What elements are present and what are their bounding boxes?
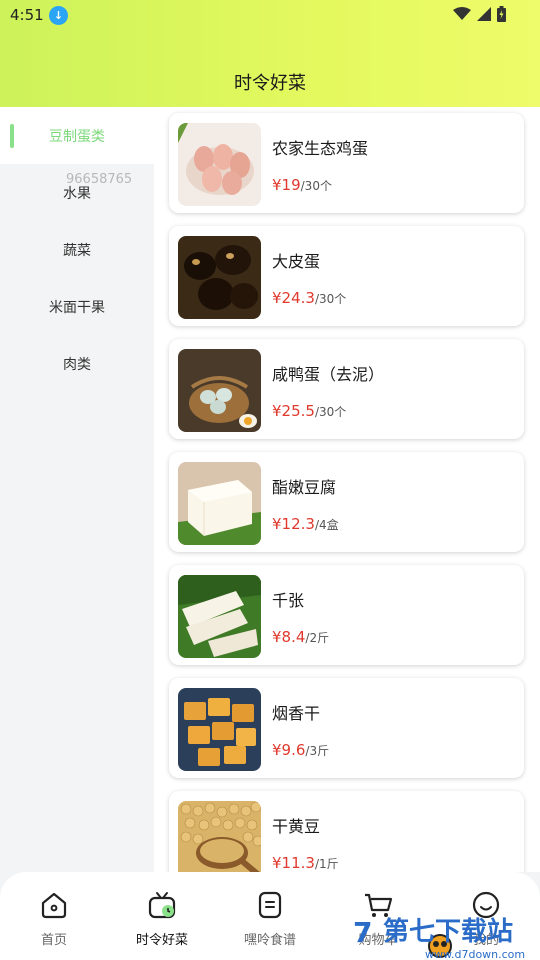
sidebar-item-label: 蔬菜 [63, 242, 91, 259]
soybeans-photo [178, 801, 261, 872]
product-price: ¥25.5/30个 [272, 402, 347, 420]
tab-recipes[interactable]: 嘿呤食谱 [216, 890, 324, 948]
tab-label: 嘿呤食谱 [243, 933, 296, 948]
sidebar-item-soy-eggs[interactable]: 豆制蛋类 [0, 107, 154, 164]
tofu-skin-photo [178, 575, 261, 658]
product-price: ¥12.3/4盒 [272, 515, 339, 533]
product-name: 农家生态鸡蛋 [272, 139, 369, 158]
product-card[interactable]: 大皮蛋 ¥24.3/30个 [169, 226, 524, 326]
sidebar-item-vegetables[interactable]: 蔬菜 [0, 221, 154, 278]
battery-icon [497, 6, 506, 22]
category-sidebar: 豆制蛋类 水果 蔬菜 米面干果 肉类 [0, 107, 154, 872]
sidebar-item-label: 米面干果 [49, 299, 105, 316]
tv-icon [148, 892, 176, 919]
product-card[interactable]: 农家生态鸡蛋 ¥19/30个 [169, 113, 524, 213]
product-name: 大皮蛋 [272, 252, 321, 271]
status-bar: 4:51 ↓ [0, 0, 540, 30]
product-price: ¥24.3/30个 [272, 289, 347, 307]
recipe-icon [258, 891, 282, 919]
product-name: 烟香干 [272, 704, 321, 723]
overlay-number: 96658765 [66, 172, 133, 187]
watermark-url: www.d7down.com [425, 948, 525, 960]
product-card[interactable]: 咸鸭蛋（去泥） ¥25.5/30个 [169, 339, 524, 439]
tab-label: 时令好菜 [135, 933, 188, 948]
signal-icon [477, 7, 491, 21]
watermark-logo-digit: 7 [353, 916, 372, 949]
tab-label: 首页 [40, 933, 67, 948]
product-name: 酯嫩豆腐 [272, 478, 337, 497]
page-title: 时令好菜 [234, 73, 306, 94]
tab-home[interactable]: 首页 [0, 890, 108, 948]
status-time: 4:51 [10, 6, 44, 24]
product-name: 干黄豆 [272, 817, 321, 836]
product-price: ¥19/30个 [272, 176, 332, 194]
product-price: ¥11.3/1斤 [272, 854, 339, 872]
product-card[interactable]: 千张 ¥8.4/2斤 [169, 565, 524, 665]
site-watermark: 7 第七下载站 www.d7down.com [345, 912, 540, 960]
product-price: ¥9.6/3斤 [272, 741, 330, 759]
sidebar-item-grains-nuts[interactable]: 米面干果 [0, 278, 154, 335]
download-icon: ↓ [49, 6, 68, 25]
product-price: ¥8.4/2斤 [272, 628, 330, 646]
smoked-tofu-photo [178, 688, 261, 771]
product-name: 千张 [272, 591, 305, 610]
system-icons [453, 6, 506, 22]
tofu-photo [178, 462, 261, 545]
product-card[interactable]: 干黄豆 ¥11.3/1斤 [169, 791, 524, 872]
century-egg-photo [178, 236, 261, 319]
product-list[interactable]: 农家生态鸡蛋 ¥19/30个 大皮蛋 ¥24.3/30个 咸鸭蛋（去泥） ¥25… [154, 107, 540, 872]
salted-duck-egg-photo [178, 349, 261, 432]
product-card[interactable]: 酯嫩豆腐 ¥12.3/4盒 [169, 452, 524, 552]
tab-seasonal[interactable]: 时令好菜 [108, 890, 216, 948]
header-bar: 4:51 ↓ 时令好菜 [0, 0, 540, 107]
product-name: 咸鸭蛋（去泥） [272, 365, 385, 384]
sidebar-item-label: 肉类 [63, 356, 91, 373]
home-icon [41, 892, 67, 919]
sidebar-item-label: 豆制蛋类 [49, 128, 105, 145]
eggs-photo [178, 123, 261, 206]
sidebar-item-meat[interactable]: 肉类 [0, 335, 154, 392]
wifi-icon [453, 7, 471, 20]
product-card[interactable]: 烟香干 ¥9.6/3斤 [169, 678, 524, 778]
watermark-logo-text: 第七下载站 [383, 916, 513, 947]
